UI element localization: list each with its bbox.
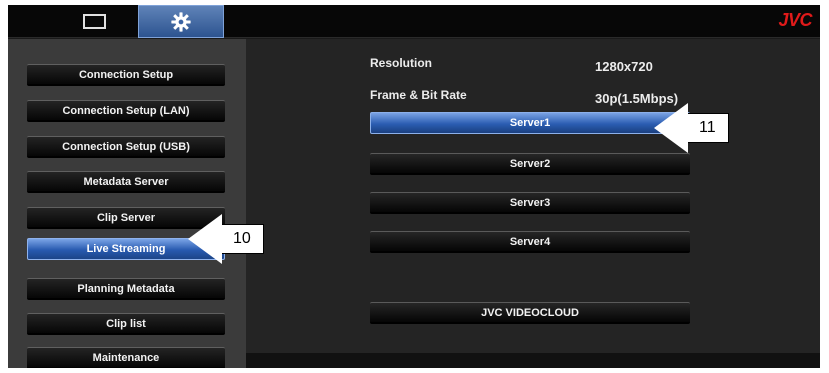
gear-icon	[170, 11, 192, 33]
monitor-icon	[82, 14, 106, 29]
sidebar-item-metadata-server[interactable]: Metadata Server	[27, 171, 225, 193]
sidebar-item-connection-setup-lan[interactable]: Connection Setup (LAN)	[27, 100, 225, 122]
app-window: JVC Connection Setup Connection Setup (L…	[8, 5, 820, 368]
resolution-label: Resolution	[370, 56, 432, 70]
status-strip	[246, 353, 820, 368]
resolution-value: 1280x720	[595, 59, 653, 74]
server4-button[interactable]: Server4	[370, 231, 690, 253]
tab-settings[interactable]	[138, 5, 224, 38]
callout-10: 10	[184, 212, 264, 266]
sidebar-item-maintenance[interactable]: Maintenance	[27, 347, 225, 368]
sidebar-item-connection-setup-usb[interactable]: Connection Setup (USB)	[27, 136, 225, 158]
sidebar-item-planning-metadata[interactable]: Planning Metadata	[27, 278, 225, 300]
callout-arrow-icon	[184, 212, 222, 266]
jvc-videocloud-button[interactable]: JVC VIDEOCLOUD	[370, 302, 690, 324]
callout-arrow-icon	[650, 101, 688, 155]
framerate-label: Frame & Bit Rate	[370, 88, 467, 102]
sidebar: Connection Setup Connection Setup (LAN) …	[8, 39, 246, 368]
sidebar-item-connection-setup[interactable]: Connection Setup	[27, 64, 225, 86]
top-bar: JVC	[8, 5, 820, 38]
server2-button[interactable]: Server2	[370, 153, 690, 175]
callout-number: 10	[220, 224, 264, 254]
sidebar-item-clip-list[interactable]: Clip list	[27, 313, 225, 335]
tab-monitor[interactable]	[56, 5, 132, 38]
callout-11: 11	[650, 101, 729, 155]
brand-logo: JVC	[778, 10, 812, 30]
server3-button[interactable]: Server3	[370, 192, 690, 214]
callout-number: 11	[686, 113, 729, 143]
main-panel: Resolution 1280x720 Frame & Bit Rate 30p…	[246, 39, 820, 353]
server1-button[interactable]: Server1	[370, 112, 690, 134]
